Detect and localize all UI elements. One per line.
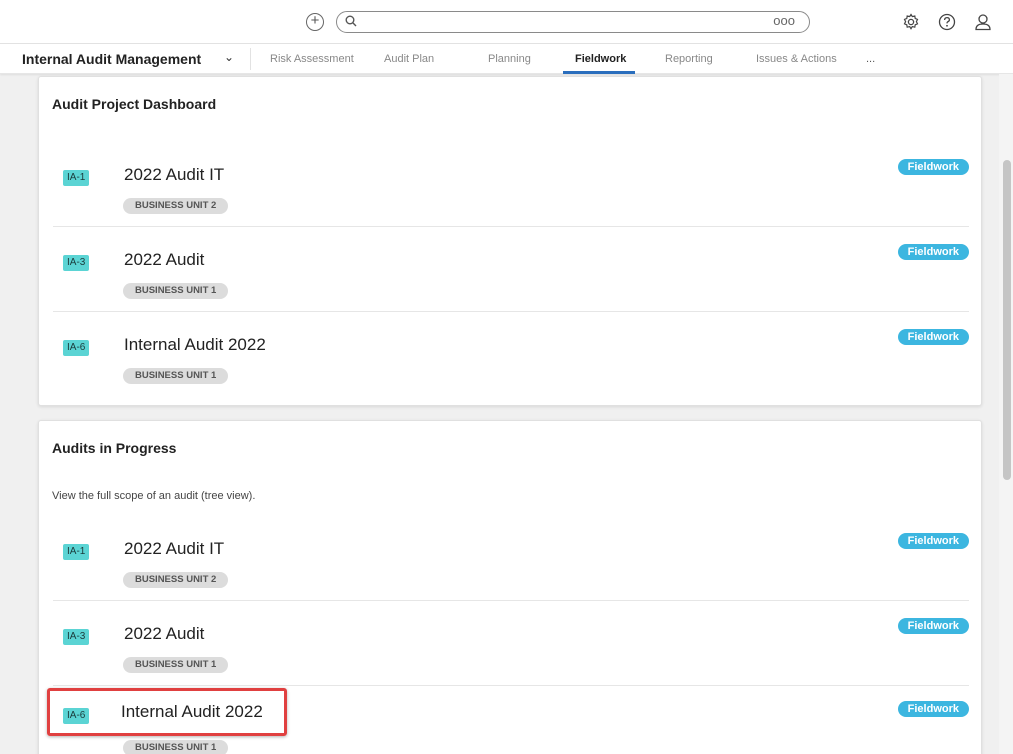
status-badge: Fieldwork [897,159,969,175]
tab-issues-actions[interactable]: Issues & Actions [756,53,837,65]
id-badge: IA-6 [63,708,90,724]
audit-title[interactable]: 2022 Audit IT [124,539,224,559]
id-badge: IA-1 [63,544,90,560]
status-badge: Fieldwork [897,329,969,345]
audits-in-progress-card: Audits in Progress View the full scope o… [38,420,982,754]
id-badge: IA-3 [63,629,90,645]
business-unit-badge: BUSINESS UNIT 2 [123,572,229,588]
business-unit-badge: BUSINESS UNIT 1 [123,657,229,673]
search-options-icon[interactable]: ooo [773,13,795,28]
status-badge: Fieldwork [897,533,969,549]
gear-icon[interactable] [899,10,923,34]
audit-title[interactable]: Internal Audit 2022 [121,702,263,722]
id-badge: IA-6 [63,340,90,356]
app-nav-bar: Internal Audit Management ⌄ Risk Assessm… [0,44,1013,74]
business-unit-badge: BUSINESS UNIT 2 [123,198,229,214]
list-item[interactable]: IA-3 2022 Audit BUSINESS UNIT 1 Fieldwor… [53,601,969,686]
add-button[interactable]: + [306,13,324,31]
list-item[interactable]: IA-6 Internal Audit 2022 BUSINESS UNIT 1… [53,312,969,397]
tab-reporting[interactable]: Reporting [665,53,713,65]
audit-project-dashboard-card: Audit Project Dashboard IA-1 2022 Audit … [38,76,982,406]
card-title: Audit Project Dashboard [52,96,217,112]
audit-title[interactable]: 2022 Audit [124,250,204,270]
list-item[interactable]: IA-6 Internal Audit 2022 BUSINESS UNIT 1… [53,686,969,754]
status-badge: Fieldwork [897,701,969,717]
business-unit-badge: BUSINESS UNIT 1 [123,368,229,384]
global-search-input[interactable]: ooo [336,11,810,33]
list-item[interactable]: IA-1 2022 Audit IT BUSINESS UNIT 2 Field… [53,142,969,227]
tab-risk-assessment[interactable]: Risk Assessment [270,53,354,65]
tab-planning[interactable]: Planning [488,53,531,65]
tab-audit-plan[interactable]: Audit Plan [384,53,434,65]
search-icon [345,15,357,27]
app-switcher[interactable]: Internal Audit Management [22,51,201,67]
id-badge: IA-3 [63,255,90,271]
list-item[interactable]: IA-3 2022 Audit BUSINESS UNIT 1 Fieldwor… [53,227,969,312]
scrollbar[interactable] [999,74,1013,754]
plus-circle-icon: + [310,12,320,29]
tab-fieldwork[interactable]: Fieldwork [575,53,626,65]
business-unit-badge: BUSINESS UNIT 1 [123,283,229,299]
list-item[interactable]: IA-1 2022 Audit IT BUSINESS UNIT 2 Field… [53,516,969,601]
scrollbar-thumb[interactable] [1003,160,1011,480]
business-unit-badge: BUSINESS UNIT 1 [123,740,229,754]
card-title: Audits in Progress [52,440,177,456]
more-tabs-button[interactable]: ... [866,53,875,65]
audit-title[interactable]: 2022 Audit [124,624,204,644]
chevron-down-icon[interactable]: ⌄ [224,50,234,64]
card-description: View the full scope of an audit (tree vi… [52,490,256,502]
audit-title[interactable]: Internal Audit 2022 [124,335,266,355]
top-bar: + ooo [0,0,1013,44]
active-tab-indicator [563,71,635,74]
user-icon[interactable] [971,10,995,34]
help-icon[interactable] [935,10,959,34]
nav-divider [250,48,251,70]
status-badge: Fieldwork [897,618,969,634]
status-badge: Fieldwork [897,244,969,260]
audit-title[interactable]: 2022 Audit IT [124,165,224,185]
id-badge: IA-1 [63,170,90,186]
